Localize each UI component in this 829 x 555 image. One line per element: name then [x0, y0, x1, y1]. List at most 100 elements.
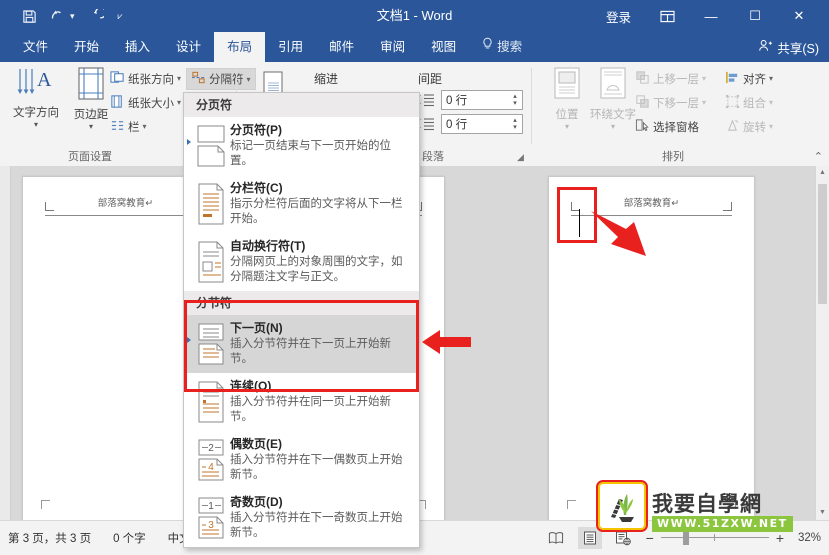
continuous-section-icon — [192, 378, 230, 425]
margin-marker — [567, 500, 576, 509]
word-window: ▾ ⩗ 文档1 - Word 登录 — ☐ ✕ 文件 开始 插入 设计 布局 引… — [0, 0, 829, 555]
arrange-group-title: 排列 — [662, 151, 684, 163]
scrollbar-thumb[interactable] — [818, 184, 827, 304]
word-count[interactable]: 0 个字 — [113, 530, 146, 546]
menu-item-odd-page-section[interactable]: 1 3 奇数页(D) 插入分节符并在下一奇数页上开始新节。 — [184, 489, 419, 547]
menu-item-continuous-section[interactable]: 连续(O) 插入分节符并在同一页上开始新节。 — [184, 373, 419, 431]
ribbon-display-options-icon[interactable] — [645, 0, 689, 32]
tab-file[interactable]: 文件 — [10, 32, 61, 62]
columns-button[interactable]: 栏 ▾ — [110, 116, 147, 137]
sign-in-button[interactable]: 登录 — [592, 0, 645, 32]
selection-pane-icon — [635, 118, 650, 136]
columns-icon — [110, 118, 125, 136]
tab-review[interactable]: 审阅 — [367, 32, 418, 62]
bring-forward-button[interactable]: 上移一层 ▾ — [635, 68, 706, 89]
tab-layout[interactable]: 布局 — [214, 32, 266, 62]
read-mode-button[interactable] — [544, 527, 568, 549]
menu-item-text: 偶数页(E) 插入分节符并在下一偶数页上开始新节。 — [230, 436, 413, 483]
menu-item-even-page-section[interactable]: 2 4 偶数页(E) 插入分节符并在下一偶数页上开始新节。 — [184, 431, 419, 489]
minimize-button[interactable]: — — [689, 0, 733, 32]
rotate-button[interactable]: 旋转 ▾ — [725, 116, 773, 137]
scroll-down-arrow[interactable]: ▼ — [816, 506, 829, 520]
menu-item-desc: 插入分节符并在同一页上开始新节。 — [230, 396, 391, 423]
page-indicator[interactable]: 第 3 页，共 3 页 — [8, 530, 91, 546]
menu-item-next-page-section[interactable]: 下一页(N) 插入分节符并在下一页上开始新节。 — [184, 315, 419, 373]
margin-marker — [41, 500, 50, 509]
tab-references[interactable]: 引用 — [265, 32, 316, 62]
text-direction-button[interactable]: A 文字方向 ▾ — [8, 66, 64, 140]
svg-text:A: A — [37, 69, 52, 91]
page-header-1[interactable]: 部落窝教育↵ — [45, 195, 206, 216]
zoom-slider-knob[interactable] — [682, 531, 689, 545]
tab-view[interactable]: 视图 — [418, 32, 469, 62]
bring-forward-label: 上移一层 — [653, 73, 699, 86]
maximize-button[interactable]: ☐ — [733, 0, 777, 32]
scroll-up-arrow[interactable]: ▲ — [816, 166, 829, 180]
tab-design[interactable]: 设计 — [163, 32, 214, 62]
tab-mailings[interactable]: 邮件 — [316, 32, 367, 62]
columns-label: 栏 — [128, 121, 140, 134]
submenu-bullet-icon — [187, 139, 191, 145]
breaks-icon — [191, 70, 206, 88]
submenu-bullet-icon — [187, 337, 191, 343]
rotate-dropdown-icon[interactable]: ▾ — [769, 122, 773, 131]
zoom-slider[interactable] — [660, 531, 769, 545]
spacing-after-input[interactable]: 0 行 ▴ ▾ — [441, 114, 523, 134]
wrap-text-dropdown-icon[interactable]: ▾ — [611, 123, 615, 131]
paper-size-button[interactable]: 纸张大小 ▾ — [110, 92, 181, 113]
group-button[interactable]: 组合 ▾ — [725, 92, 773, 113]
lightbulb-icon — [482, 32, 493, 62]
close-button[interactable]: ✕ — [777, 0, 821, 32]
share-button[interactable]: 共享(S) — [758, 32, 819, 62]
selection-pane-button[interactable]: 选择窗格 — [635, 116, 699, 137]
rotate-icon — [725, 118, 740, 136]
paragraph-dialog-launcher[interactable]: ◢ — [515, 152, 526, 163]
tab-home[interactable]: 开始 — [61, 32, 112, 62]
zoom-controls: − + 32% — [646, 530, 821, 546]
odd-page-section-icon: 1 3 — [192, 494, 230, 541]
text-direction-icon: A — [14, 66, 58, 105]
margins-dropdown-icon[interactable]: ▾ — [89, 123, 93, 131]
window-controls: 登录 — ☐ ✕ — [592, 0, 821, 32]
orientation-button[interactable]: 纸张方向 ▾ — [110, 68, 181, 89]
paper-size-dropdown-icon[interactable]: ▾ — [177, 98, 181, 107]
bring-forward-dropdown-icon[interactable]: ▾ — [702, 74, 706, 83]
tab-insert[interactable]: 插入 — [112, 32, 163, 62]
zoom-slider-track — [660, 537, 769, 538]
menu-item-desc: 标记一页结束与下一页开始的位置。 — [230, 140, 391, 167]
orientation-dropdown-icon[interactable]: ▾ — [177, 74, 181, 83]
menu-item-desc: 指示分栏符后面的文字将从下一栏开始。 — [230, 198, 403, 225]
columns-dropdown-icon[interactable]: ▾ — [143, 122, 147, 131]
send-backward-dropdown-icon[interactable]: ▾ — [702, 98, 706, 107]
position-dropdown-icon[interactable]: ▾ — [565, 123, 569, 131]
text-direction-dropdown-icon[interactable]: ▾ — [34, 121, 38, 129]
wrap-text-button[interactable]: 环绕文字 ▾ — [585, 66, 641, 140]
menu-item-column-break[interactable]: 分栏符(C) 指示分栏符后面的文字将从下一栏开始。 — [184, 175, 419, 233]
site-watermark: 我要自學網 WWW.51ZXW.NET — [596, 480, 793, 532]
spacing-before-stepper[interactable]: ▴ ▾ — [509, 91, 521, 109]
person-add-icon — [758, 39, 773, 55]
next-page-section-icon — [192, 320, 230, 367]
ribbon-tabs: 文件 开始 插入 设计 布局 引用 邮件 审阅 视图 搜索 — [10, 32, 535, 62]
zoom-percent-label[interactable]: 32% — [791, 532, 821, 544]
menu-item-text-wrapping[interactable]: 自动换行符(T) 分隔网页上的对象周围的文字，如分隔题注文字与正文。 — [184, 233, 419, 291]
collapse-ribbon-button[interactable]: ⌃ — [814, 150, 823, 163]
align-icon — [725, 70, 740, 88]
align-button[interactable]: 对齐 ▾ — [725, 68, 773, 89]
menu-item-page-break[interactable]: 分页符(P) 标记一页结束与下一页开始的位置。 — [184, 117, 419, 175]
vertical-scrollbar[interactable]: ▲ ▼ — [815, 166, 829, 520]
spacing-after-stepper[interactable]: ▴ ▾ — [509, 115, 521, 133]
margins-icon — [71, 66, 111, 107]
group-dropdown-icon[interactable]: ▾ — [769, 98, 773, 107]
zoom-out-button[interactable]: − — [646, 530, 654, 546]
rotate-label: 旋转 — [743, 121, 766, 134]
tell-me-box[interactable]: 搜索 — [469, 32, 535, 62]
ribbon-tab-bar: 文件 开始 插入 设计 布局 引用 邮件 审阅 视图 搜索 共享(S) — [0, 32, 829, 62]
align-dropdown-icon[interactable]: ▾ — [769, 74, 773, 83]
zoom-in-button[interactable]: + — [776, 530, 784, 546]
wrap-text-label: 环绕文字 — [590, 109, 636, 121]
send-backward-button[interactable]: 下移一层 ▾ — [635, 92, 706, 113]
paper-size-icon — [110, 94, 125, 112]
menu-item-text: 分页符(P) 标记一页结束与下一页开始的位置。 — [230, 122, 413, 169]
spacing-before-input[interactable]: 0 行 ▴ ▾ — [441, 90, 523, 110]
